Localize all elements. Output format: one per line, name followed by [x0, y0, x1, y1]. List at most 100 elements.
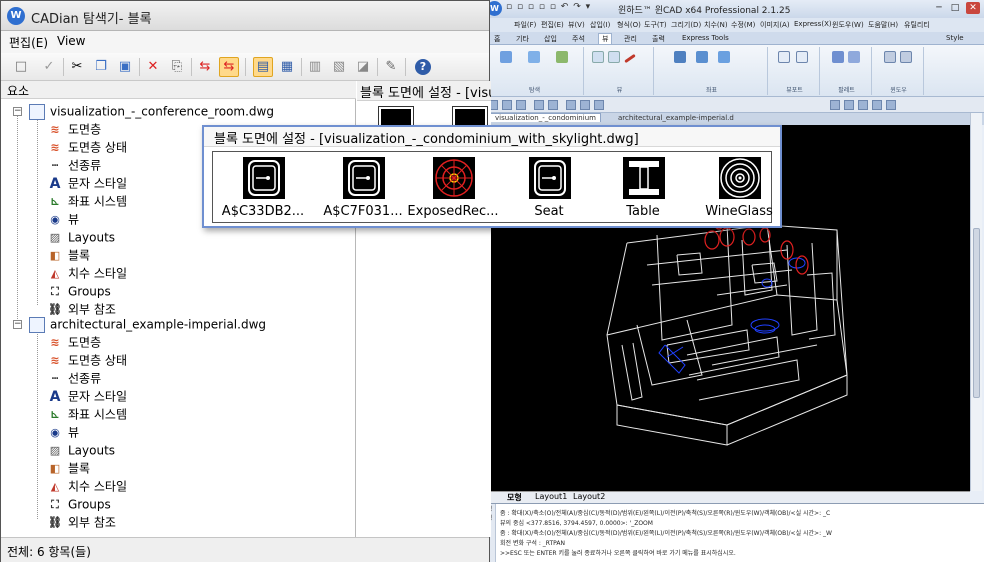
menu-window[interactable]: 윈도우(W)	[832, 20, 864, 30]
view-preset-icon[interactable]	[592, 51, 604, 63]
minimize-icon[interactable]: ─	[932, 2, 946, 14]
tree-view-icon[interactable]: ▤	[253, 57, 273, 77]
close-icon[interactable]: ✕	[966, 2, 980, 14]
ucs-icon[interactable]	[718, 51, 730, 63]
tree-item-dimstyle[interactable]: ◭ 치수 스타일	[47, 477, 127, 495]
tree-item-ucs[interactable]: ⊾ 좌표 시스템	[47, 192, 127, 210]
doc-tab-architectural[interactable]: architectural_example-imperial.d	[614, 114, 738, 122]
zoom-window-icon[interactable]	[528, 51, 540, 63]
toolbar-icon[interactable]	[516, 100, 526, 110]
tree-item-view[interactable]: ◉ 뷰	[47, 210, 79, 228]
tree-item-linetype[interactable]: ┅ 선종류	[47, 156, 101, 174]
orbit-icon[interactable]	[556, 51, 568, 63]
menu-file[interactable]: 파일(F)	[514, 20, 536, 30]
purge-icon[interactable]: ⎘	[167, 57, 187, 77]
ribbon-tab-express-tools[interactable]: Express Tools	[682, 34, 729, 42]
menu-insert[interactable]: 삽입(I)	[590, 20, 610, 30]
scrollbar-thumb[interactable]	[973, 228, 980, 398]
toolbar-icon[interactable]	[886, 100, 896, 110]
palette-icon[interactable]	[832, 51, 844, 63]
command-window[interactable]: 명 령 줌 : 확대(X)/축소(O)/전체(A)/중심(C)/동적(D)/범위…	[484, 503, 984, 562]
ribbon-tab-insert[interactable]: 삽입	[544, 34, 557, 44]
list-view-icon[interactable]: ▦	[277, 57, 297, 77]
tree-item-linetype[interactable]: ┅ 선종류	[47, 369, 101, 387]
tree-file-conference-room[interactable]: visualization_-_conference_room.dwg	[29, 102, 274, 120]
window-cascade-icon[interactable]	[900, 51, 912, 63]
set-current-icon[interactable]: ⇆	[195, 57, 215, 77]
pages-icon[interactable]: ▧	[329, 57, 349, 77]
maximize-icon[interactable]: □	[948, 2, 962, 14]
paste-icon[interactable]: ▣	[115, 57, 135, 77]
set-block-icon[interactable]: ⇆	[219, 57, 239, 77]
toolbar-icon[interactable]	[580, 100, 590, 110]
delete-icon[interactable]: ✕	[143, 57, 163, 77]
copy-icon[interactable]: ❐	[91, 57, 111, 77]
doc-tab-condominium[interactable]: visualization_-_condominium	[490, 113, 601, 122]
ribbon-tab-home[interactable]: 홈	[494, 34, 500, 44]
toolbar-icon[interactable]	[534, 100, 544, 110]
tree-item-dimstyle[interactable]: ◭ 치수 스타일	[47, 264, 127, 282]
collapse-toggle[interactable]: −	[13, 107, 22, 116]
tree-item-ucs[interactable]: ⊾ 좌표 시스템	[47, 405, 127, 423]
block-item[interactable]: WineGlass	[689, 157, 789, 221]
vertical-scrollbar[interactable]	[970, 113, 982, 491]
block-item[interactable]: Seat	[499, 157, 599, 221]
ucs-icon[interactable]	[674, 51, 686, 63]
tree-item-blocks[interactable]: ◧ 블록	[47, 459, 90, 477]
block-item[interactable]: ExposedRec...	[403, 157, 503, 221]
toolbar-icon[interactable]	[872, 100, 882, 110]
page-icon[interactable]: ▥	[305, 57, 325, 77]
style-dropdown[interactable]: Style	[946, 34, 964, 42]
toolbar-icon[interactable]	[844, 100, 854, 110]
tree-item-text-style[interactable]: A 문자 스타일	[47, 174, 127, 192]
cut-icon[interactable]: ✂	[67, 57, 87, 77]
block-item[interactable]: A$C7F031...	[313, 157, 413, 221]
menu-modify[interactable]: 수정(M)	[731, 20, 755, 30]
tree-item-layers[interactable]: ≋ 도면층	[47, 333, 101, 351]
menu-tools[interactable]: 도구(T)	[644, 20, 667, 30]
ribbon-tab-annotate[interactable]: 주석	[572, 34, 585, 44]
ribbon-tab-other[interactable]: 기타	[516, 34, 529, 44]
collapse-toggle[interactable]: −	[13, 320, 22, 329]
block-insert-icon[interactable]: ◪	[353, 57, 373, 77]
help-icon[interactable]: ?	[415, 59, 431, 75]
toolbar-icon[interactable]	[566, 100, 576, 110]
block-item[interactable]: Table	[593, 157, 693, 221]
toolbar-icon[interactable]	[548, 100, 558, 110]
menu-edit[interactable]: 편집(E)	[541, 20, 564, 30]
ribbon-tab-manage[interactable]: 관리	[624, 34, 637, 44]
menu-format[interactable]: 형식(O)	[617, 20, 641, 30]
new-icon[interactable]: □	[11, 57, 31, 77]
tree-item-layouts[interactable]: ▨ Layouts	[47, 441, 115, 459]
pan-icon[interactable]	[500, 51, 512, 63]
tree-file-architectural[interactable]: architectural_example-imperial.dwg	[29, 315, 266, 333]
tree-item-view[interactable]: ◉ 뷰	[47, 423, 79, 441]
ucs-icon[interactable]	[696, 51, 708, 63]
tree-item-groups[interactable]: ⛶ Groups	[47, 495, 111, 513]
tree-item-xref[interactable]: ⛓ 외부 참조	[47, 513, 116, 531]
tree-item-groups[interactable]: ⛶ Groups	[47, 282, 111, 300]
toolbar-icon[interactable]	[858, 100, 868, 110]
tree-item-layers[interactable]: ≋ 도면층	[47, 120, 101, 138]
viewport-icon[interactable]	[778, 51, 790, 63]
redraw-icon[interactable]	[624, 53, 636, 64]
layout-tab-layout2[interactable]: Layout2	[573, 492, 605, 501]
toolbar-icon[interactable]	[594, 100, 604, 110]
toolbar-icon[interactable]	[830, 100, 840, 110]
tree-item-layer-state[interactable]: ≋ 도면층 상태	[47, 351, 127, 369]
menu-express[interactable]: Express(X)	[794, 20, 832, 28]
tree-item-text-style[interactable]: A 문자 스타일	[47, 387, 127, 405]
tree-item-layouts[interactable]: ▨ Layouts	[47, 228, 115, 246]
menu-utility[interactable]: 유틸리티	[904, 20, 930, 30]
menu-image[interactable]: 이미지(A)	[760, 20, 790, 30]
menu-dimension[interactable]: 치수(N)	[704, 20, 728, 30]
toolbar-icon[interactable]	[502, 100, 512, 110]
quick-access-toolbar[interactable]: ▫ ▫ ▫ ▫ ▫ ↶ ↷ ▾	[506, 2, 591, 12]
block-item[interactable]: A$C33DB2...	[213, 157, 313, 221]
ribbon-tab-output[interactable]: 출력	[652, 34, 665, 44]
view-preset-icon[interactable]	[608, 51, 620, 63]
palette-icon[interactable]	[848, 51, 860, 63]
tree-item-layer-state[interactable]: ≋ 도면층 상태	[47, 138, 127, 156]
window-tile-icon[interactable]	[884, 51, 896, 63]
menu-edit[interactable]: 편집(E)	[9, 34, 48, 51]
